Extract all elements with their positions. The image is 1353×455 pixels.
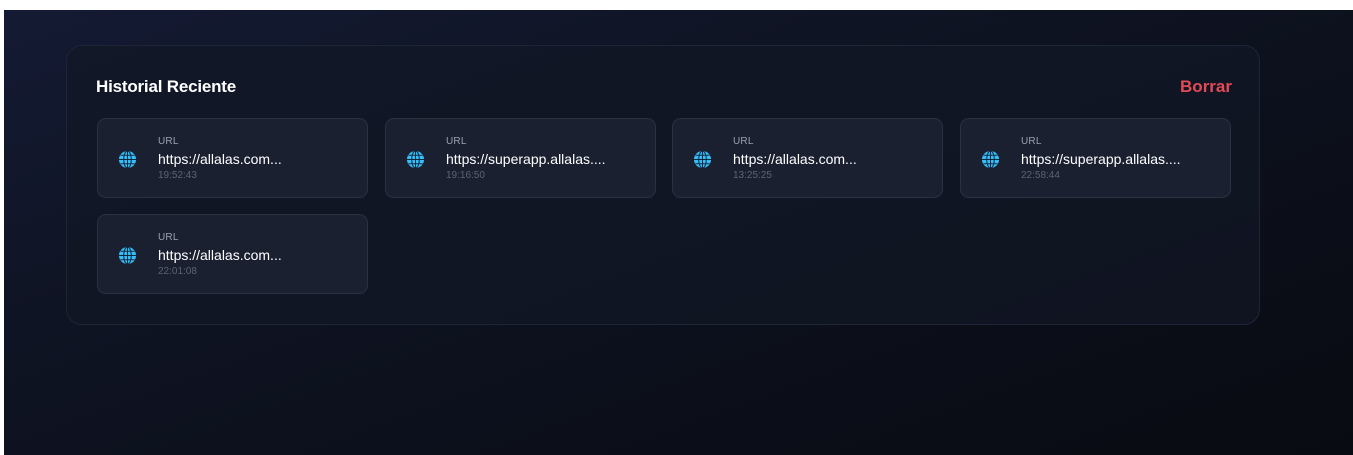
clear-history-button[interactable]: Borrar [1180,77,1232,97]
item-type-label: URL [446,136,467,147]
item-type-label: URL [158,136,179,147]
history-item[interactable]: URL https://superapp.allalas.... 19:16:5… [385,118,656,198]
history-item[interactable]: URL https://allalas.com... 22:01:08 [97,214,368,294]
globe-icon [118,150,137,169]
item-type-label: URL [733,136,754,147]
item-timestamp: 19:52:43 [158,170,197,181]
history-item[interactable]: URL https://allalas.com... 19:52:43 [97,118,368,198]
globe-icon [118,246,137,265]
item-url: https://superapp.allalas.... [1021,151,1181,167]
page-background: Historial Reciente Borrar URL https://al… [4,10,1353,455]
recent-history-panel: Historial Reciente Borrar URL https://al… [66,45,1260,325]
item-type-label: URL [158,232,179,243]
globe-icon [693,150,712,169]
globe-icon [406,150,425,169]
history-item[interactable]: URL https://superapp.allalas.... 22:58:4… [960,118,1231,198]
history-item[interactable]: URL https://allalas.com... 13:25:25 [672,118,943,198]
item-timestamp: 13:25:25 [733,170,772,181]
panel-title: Historial Reciente [96,77,237,96]
item-url: https://allalas.com... [158,151,282,167]
item-type-label: URL [1021,136,1042,147]
item-url: https://allalas.com... [158,247,282,263]
globe-icon [981,150,1000,169]
item-timestamp: 22:01:08 [158,266,197,277]
item-url: https://allalas.com... [733,151,857,167]
item-timestamp: 19:16:50 [446,170,485,181]
item-timestamp: 22:58:44 [1021,170,1060,181]
item-url: https://superapp.allalas.... [446,151,606,167]
